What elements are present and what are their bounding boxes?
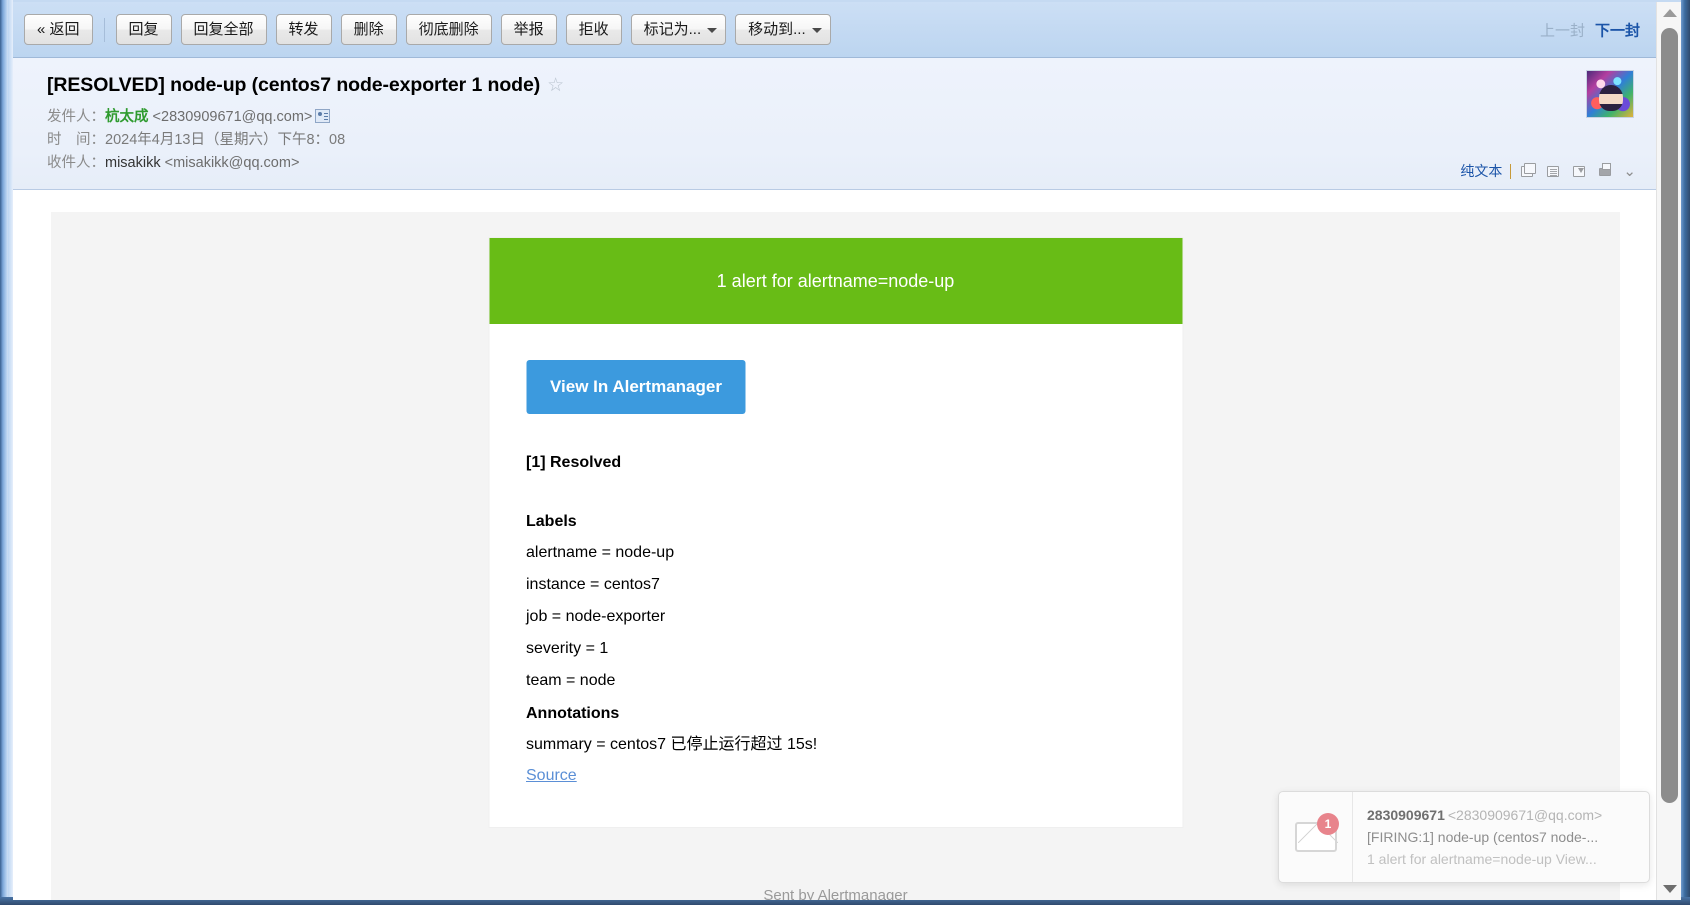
toast-sender-name: 2830909671 bbox=[1367, 806, 1445, 823]
labels-heading: Labels bbox=[526, 513, 577, 530]
sender-address: <2830909671@qq.com> bbox=[152, 109, 313, 125]
delete-permanently-button[interactable]: 彻底删除 bbox=[405, 14, 492, 45]
window-left-edge bbox=[0, 0, 8, 905]
toast-sender-email: <2830909671@qq.com> bbox=[1447, 806, 1603, 823]
sender-row: 发件人：杭太成 <2830909671@qq.com> bbox=[47, 106, 1634, 129]
date-value: 2024年4月13日（星期六）下午8：08 bbox=[105, 132, 346, 148]
more-actions-chevron-icon[interactable]: ⌄ bbox=[1623, 164, 1636, 179]
back-button[interactable]: « 返回 bbox=[24, 14, 93, 45]
header-action-bar: 纯文本 ⌄ bbox=[1460, 161, 1636, 181]
recipient-row: 收件人：misakikk <misakikk@qq.com> bbox=[47, 152, 1634, 175]
toolbar-separator bbox=[103, 17, 105, 42]
window-right-edge bbox=[1681, 0, 1690, 905]
print-icon[interactable] bbox=[1597, 163, 1615, 179]
alert-banner: 1 alert for alertname=node-up bbox=[489, 238, 1182, 324]
toast-preview: 1 alert for alertname=node-up View... bbox=[1367, 850, 1597, 867]
label-row: alertname = node-up bbox=[526, 544, 675, 561]
recipient-address: <misakikk@qq.com> bbox=[164, 155, 300, 171]
chevron-down-icon bbox=[707, 27, 718, 33]
toast-sender-row: 2830909671 <2830909671@qq.com> bbox=[1367, 805, 1637, 826]
subject-row: [RESOLVED] node-up (centos7 node-exporte… bbox=[47, 74, 1634, 97]
view-in-alertmanager-button[interactable]: View In Alertmanager bbox=[526, 360, 746, 414]
message-header: [RESOLVED] node-up (centos7 node-exporte… bbox=[13, 58, 1656, 190]
scroll-up-arrow-icon[interactable] bbox=[1657, 2, 1682, 24]
mark-as-label: 标记为... bbox=[643, 21, 702, 38]
action-separator bbox=[1510, 163, 1512, 179]
mail-reading-pane: « 返回 回复 回复全部 转发 删除 彻底删除 举报 拒收 标记为... 移动到… bbox=[13, 2, 1656, 900]
move-to-label: 移动到... bbox=[748, 21, 806, 38]
previous-message-link[interactable]: 上一封 bbox=[1540, 19, 1585, 40]
label-row: job = node-exporter bbox=[526, 608, 666, 625]
alert-card: 1 alert for alertname=node-up View In Al… bbox=[489, 238, 1182, 827]
report-button[interactable]: 举报 bbox=[500, 14, 557, 45]
scrollbar-thumb[interactable] bbox=[1661, 28, 1678, 803]
annotation-row: summary = centos7 已停止运行超过 15s! bbox=[526, 736, 818, 753]
alert-card-body: View In Alertmanager [1] Resolved Labels… bbox=[489, 324, 1182, 827]
sent-by-alertmanager-link[interactable]: Sent by Alertmanager bbox=[763, 887, 907, 900]
toast-subject: [FIRING:1] node-up (centos7 node-... bbox=[1367, 828, 1599, 845]
plain-text-link[interactable]: 纯文本 bbox=[1460, 161, 1502, 181]
message-subject: [RESOLVED] node-up (centos7 node-exporte… bbox=[47, 74, 541, 96]
reject-button[interactable]: 拒收 bbox=[565, 14, 622, 45]
date-row: 时 间：2024年4月13日（星期六）下午8：08 bbox=[47, 129, 1634, 152]
reply-all-button[interactable]: 回复全部 bbox=[180, 14, 267, 45]
alert-banner-text: 1 alert for alertname=node-up bbox=[716, 270, 955, 291]
mark-as-dropdown[interactable]: 标记为... bbox=[630, 14, 727, 45]
avatar bbox=[1586, 70, 1634, 118]
message-navigation: 上一封 下一封 bbox=[1540, 19, 1640, 40]
new-mail-notification-toast[interactable]: 1 2830909671 <2830909671@qq.com> [FIRING:… bbox=[1278, 791, 1650, 883]
recipient-label: 收件人： bbox=[47, 155, 105, 171]
chevron-down-icon bbox=[811, 27, 822, 33]
vertical-scrollbar[interactable] bbox=[1656, 2, 1681, 900]
view-source-icon[interactable] bbox=[1545, 163, 1563, 179]
toast-icon-area: 1 bbox=[1279, 792, 1353, 882]
annotations-heading: Annotations bbox=[526, 705, 620, 722]
toast-text-area: 2830909671 <2830909671@qq.com> [FIRING:1]… bbox=[1353, 795, 1649, 880]
mail-toolbar: « 返回 回复 回复全部 转发 删除 彻底删除 举报 拒收 标记为... 移动到… bbox=[13, 2, 1656, 58]
alert-status-title: [1] Resolved bbox=[526, 454, 622, 471]
recipient-name[interactable]: misakikk bbox=[105, 155, 161, 171]
delete-button[interactable]: 删除 bbox=[340, 14, 397, 45]
next-message-link[interactable]: 下一封 bbox=[1595, 19, 1640, 40]
open-in-window-icon[interactable] bbox=[1519, 163, 1537, 179]
date-label: 时 间： bbox=[47, 132, 105, 148]
label-row: team = node bbox=[526, 672, 616, 689]
label-row: severity = 1 bbox=[526, 640, 609, 657]
move-to-dropdown[interactable]: 移动到... bbox=[735, 14, 831, 45]
source-link[interactable]: Source bbox=[526, 767, 577, 785]
reply-button[interactable]: 回复 bbox=[115, 14, 172, 45]
sender-label: 发件人： bbox=[47, 109, 105, 125]
contact-card-icon[interactable] bbox=[315, 109, 331, 123]
scroll-down-arrow-icon[interactable] bbox=[1657, 878, 1682, 900]
sender-name[interactable]: 杭太成 bbox=[105, 109, 149, 125]
save-mail-icon[interactable] bbox=[1571, 163, 1589, 179]
forward-button[interactable]: 转发 bbox=[275, 14, 332, 45]
unread-count-badge: 1 bbox=[1317, 813, 1339, 835]
label-row: instance = centos7 bbox=[526, 576, 660, 593]
star-icon[interactable]: ☆ bbox=[547, 76, 564, 95]
application-window: « 返回 回复 回复全部 转发 删除 彻底删除 举报 拒收 标记为... 移动到… bbox=[0, 0, 1690, 905]
